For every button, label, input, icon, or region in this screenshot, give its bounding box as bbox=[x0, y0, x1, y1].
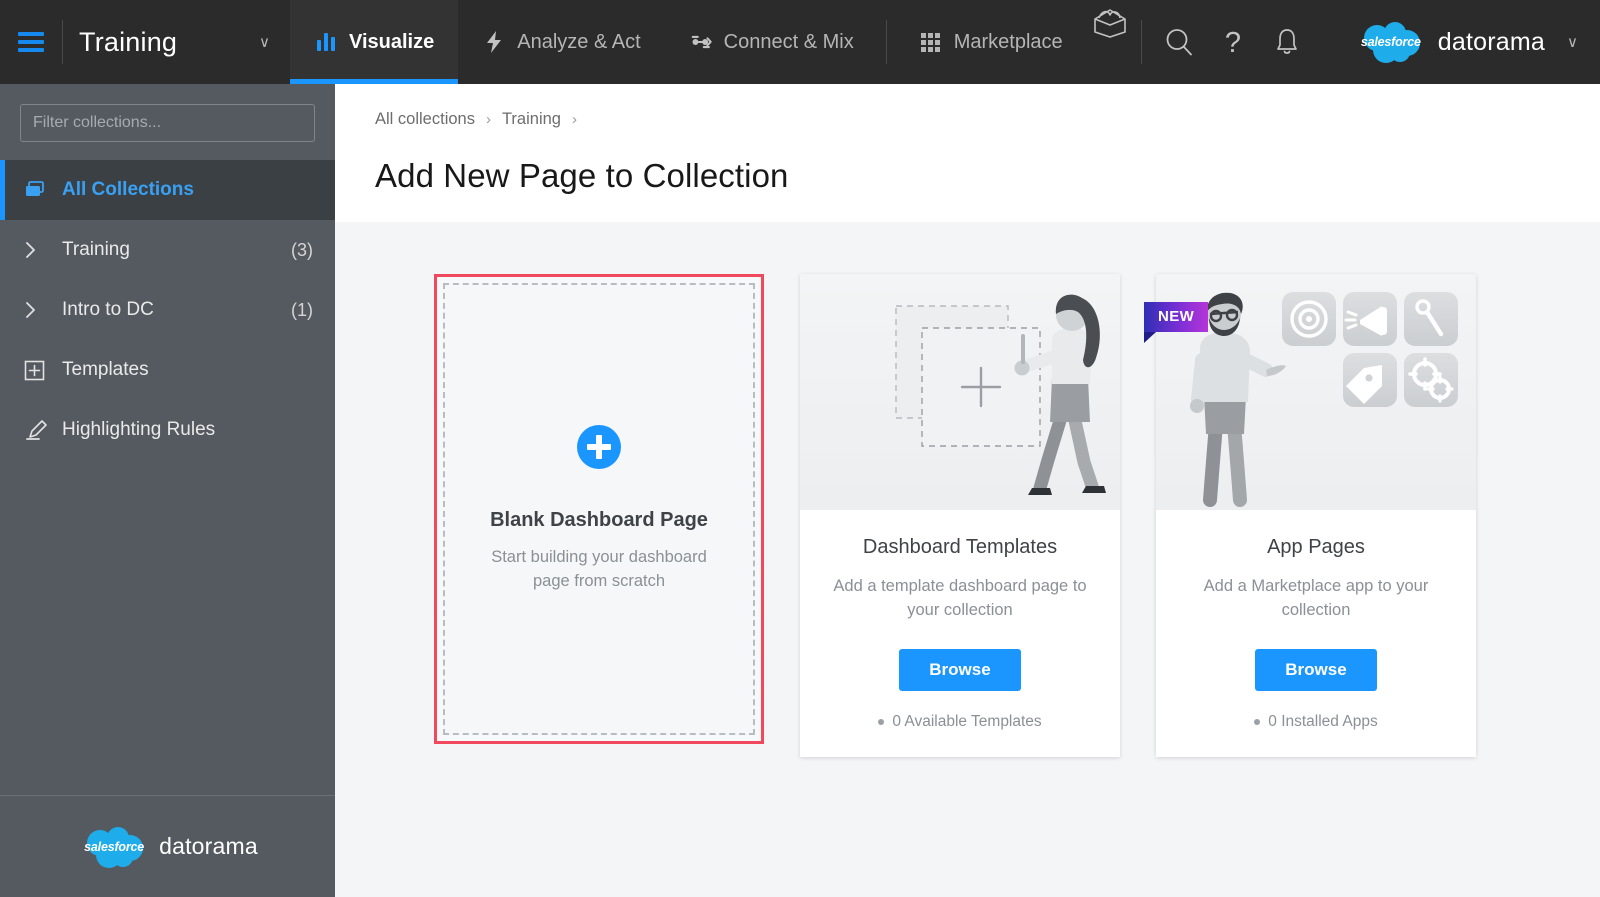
sidebar-item-label: Templates bbox=[62, 359, 149, 380]
sidebar-item-label: Highlighting Rules bbox=[62, 419, 216, 440]
tab-analyze-act[interactable]: Analyze & Act bbox=[458, 0, 664, 84]
chevron-down-icon[interactable]: ∨ bbox=[1567, 33, 1578, 51]
sidebar-item-training[interactable]: Training (3) bbox=[0, 220, 335, 280]
topbar-left-section: Training ∨ bbox=[0, 0, 290, 84]
tab-visualize[interactable]: Visualize bbox=[290, 0, 459, 84]
topbar-utility-icons: ? bbox=[1150, 0, 1316, 84]
sidebar-item-label: Training bbox=[62, 239, 130, 260]
card-app-pages[interactable]: NEW App Pages Add a Marketplace app to y… bbox=[1144, 274, 1476, 757]
card-subtitle: Start building your dashboard page from … bbox=[491, 547, 707, 590]
tab-analyze-act-label: Analyze & Act bbox=[517, 30, 641, 53]
sidebar-item-templates[interactable]: Templates bbox=[0, 340, 335, 400]
chevron-right-icon[interactable] bbox=[24, 241, 52, 259]
grid-icon bbox=[919, 30, 943, 54]
chevron-right-icon[interactable] bbox=[24, 301, 52, 319]
card-subtitle: Add a template dashboard page to your co… bbox=[833, 577, 1087, 619]
collections-sidebar: All Collections Training (3) Intro to DC… bbox=[0, 84, 335, 897]
bell-icon[interactable] bbox=[1264, 19, 1310, 65]
card-body: Dashboard Templates Add a template dashb… bbox=[800, 510, 1120, 757]
salesforce-wordmark: salesforce bbox=[84, 839, 145, 854]
sidebar-item-label: All Collections bbox=[62, 179, 194, 200]
tab-connect-mix-label: Connect & Mix bbox=[723, 30, 854, 53]
main-content: All collections › Training › Add New Pag… bbox=[335, 84, 1600, 897]
filter-collections-input[interactable] bbox=[20, 104, 315, 142]
breadcrumb: All collections › Training › bbox=[375, 110, 1600, 129]
card-title: Dashboard Templates bbox=[862, 536, 1058, 558]
sidebar-item-label: Intro to DC bbox=[62, 299, 154, 320]
sidebar-item-count: (1) bbox=[291, 299, 313, 320]
salesforce-cloud-icon: salesforce bbox=[1354, 21, 1428, 63]
chevron-down-icon[interactable]: ∨ bbox=[259, 33, 290, 51]
hamburger-bar bbox=[18, 32, 44, 36]
topbar-divider bbox=[885, 20, 887, 64]
blank-dashboard-page-highlight: Blank Dashboard Page Start building your… bbox=[434, 274, 764, 744]
status-dot-icon bbox=[878, 718, 885, 725]
hamburger-menu-icon[interactable] bbox=[14, 25, 48, 59]
salesforce-cloud-logo: salesforce bbox=[1354, 21, 1428, 63]
card-meta-label: 0 Installed Apps bbox=[1268, 712, 1378, 730]
filter-collections-wrapper bbox=[0, 84, 335, 160]
plus-circle-icon bbox=[577, 424, 621, 469]
card-meta: 0 Available Templates bbox=[878, 712, 1042, 731]
tab-marketplace-label: Marketplace bbox=[953, 30, 1063, 53]
primary-nav-tabs: Visualize Analyze & Act Connect & Mix Ma… bbox=[290, 0, 1316, 84]
sidebar-item-all-collections[interactable]: All Collections bbox=[0, 160, 335, 220]
plus-box-icon bbox=[24, 360, 52, 381]
bar-chart-icon bbox=[314, 30, 338, 54]
browse-apps-button[interactable]: Browse bbox=[1255, 648, 1377, 691]
card-meta: 0 Installed Apps bbox=[1254, 712, 1378, 731]
breadcrumb-item-all-collections[interactable]: All collections bbox=[375, 110, 475, 129]
brand-account-menu[interactable]: salesforce datorama ∨ bbox=[1354, 0, 1600, 84]
sidebar-footer-brand: salesforce datorama bbox=[0, 795, 335, 897]
page-type-cards: Blank Dashboard Page Start building your… bbox=[335, 222, 1600, 897]
datorama-wordmark: datorama bbox=[1437, 27, 1546, 56]
app-root: Training ∨ Visualize Analyze & Act Conne… bbox=[0, 0, 1600, 897]
breadcrumb-separator-icon: › bbox=[571, 111, 577, 128]
card-title: Blank Dashboard Page bbox=[490, 508, 708, 531]
top-navigation-bar: Training ∨ Visualize Analyze & Act Conne… bbox=[0, 0, 1600, 84]
svg-text:?: ? bbox=[1225, 27, 1241, 58]
card-title: App Pages bbox=[1267, 536, 1365, 558]
highlighter-pen-icon bbox=[24, 419, 52, 441]
hamburger-bar bbox=[18, 48, 44, 52]
card-body: App Pages Add a Marketplace app to your … bbox=[1156, 510, 1476, 757]
card-blank-dashboard-page[interactable]: Blank Dashboard Page Start building your… bbox=[443, 283, 755, 735]
sidebar-nav-list: All Collections Training (3) Intro to DC… bbox=[0, 160, 335, 460]
new-badge: NEW bbox=[1144, 302, 1209, 343]
app-body: All Collections Training (3) Intro to DC… bbox=[0, 84, 1600, 897]
salesforce-wordmark: salesforce bbox=[1360, 35, 1421, 49]
breadcrumb-separator-icon: › bbox=[485, 111, 491, 128]
browse-templates-button[interactable]: Browse bbox=[899, 648, 1021, 691]
question-mark-icon[interactable]: ? bbox=[1210, 19, 1256, 65]
sidebar-item-highlighting-rules[interactable]: Highlighting Rules bbox=[0, 400, 335, 460]
hamburger-bar bbox=[18, 40, 44, 44]
salesforce-cloud-icon: salesforce bbox=[77, 826, 151, 868]
topbar-divider bbox=[62, 20, 63, 64]
tab-visualize-label: Visualize bbox=[349, 30, 435, 53]
sidebar-item-count: (3) bbox=[291, 239, 313, 260]
tab-connect-mix[interactable]: Connect & Mix bbox=[665, 0, 878, 84]
card-dashboard-templates[interactable]: Dashboard Templates Add a template dashb… bbox=[800, 274, 1120, 757]
collections-stack-icon bbox=[24, 180, 52, 200]
current-collection-name[interactable]: Training bbox=[79, 27, 177, 58]
search-icon[interactable] bbox=[1156, 19, 1202, 65]
tab-marketplace[interactable]: Marketplace bbox=[895, 0, 1087, 84]
card-meta-label: 0 Available Templates bbox=[892, 712, 1042, 730]
page-title: Add New Page to Collection bbox=[375, 157, 789, 194]
dashboard-templates-illustration bbox=[800, 274, 1120, 510]
topbar-divider bbox=[1140, 20, 1142, 64]
connect-nodes-icon bbox=[689, 30, 713, 54]
status-dot-icon bbox=[1254, 718, 1261, 725]
card-subtitle: Add a Marketplace app to your collection bbox=[1203, 577, 1429, 619]
sidebar-item-intro-to-dc[interactable]: Intro to DC (1) bbox=[0, 280, 335, 340]
main-header: All collections › Training › Add New Pag… bbox=[335, 84, 1600, 222]
datorama-wordmark: datorama bbox=[159, 833, 258, 859]
breadcrumb-item-training[interactable]: Training bbox=[502, 110, 561, 129]
open-box-icon[interactable] bbox=[1087, 0, 1133, 46]
lightning-bolt-icon bbox=[482, 30, 506, 54]
